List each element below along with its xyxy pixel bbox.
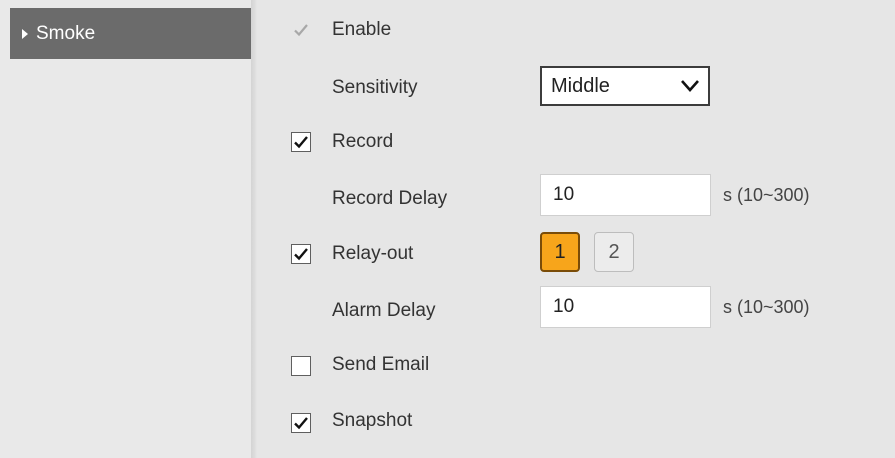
caret-right-icon bbox=[22, 28, 28, 39]
alarm-delay-input[interactable]: 10 bbox=[540, 286, 711, 328]
snapshot-row: Snapshot bbox=[257, 400, 895, 440]
checkmark-icon bbox=[294, 24, 308, 37]
alarm-delay-value: 10 bbox=[553, 296, 575, 317]
relay-out-checkbox[interactable] bbox=[291, 244, 311, 264]
record-delay-value: 10 bbox=[553, 184, 575, 205]
relay-1-label: 1 bbox=[554, 240, 566, 263]
enable-row: Enable bbox=[257, 10, 895, 50]
alarm-delay-label: Alarm Delay bbox=[332, 300, 436, 321]
relay-1-button[interactable]: 1 bbox=[540, 232, 580, 272]
snapshot-checkbox[interactable] bbox=[291, 413, 311, 433]
sensitivity-select[interactable]: Middle bbox=[540, 66, 710, 106]
record-checkbox[interactable] bbox=[291, 132, 311, 152]
relay-out-label: Relay-out bbox=[332, 243, 414, 264]
alarm-delay-unit: s (10~300) bbox=[723, 297, 810, 317]
send-email-checkbox[interactable] bbox=[291, 356, 311, 376]
relay-2-label: 2 bbox=[608, 240, 620, 263]
chevron-down-icon bbox=[681, 80, 699, 92]
sidebar-item-smoke[interactable]: Smoke bbox=[10, 8, 251, 59]
sidebar-item-label: Smoke bbox=[36, 22, 96, 44]
send-email-label: Send Email bbox=[332, 354, 430, 375]
record-delay-row: Record Delay 10 s (10~300) bbox=[257, 174, 895, 216]
send-email-row: Send Email bbox=[257, 344, 895, 384]
record-delay-input[interactable]: 10 bbox=[540, 174, 711, 216]
snapshot-label: Snapshot bbox=[332, 410, 413, 431]
record-label: Record bbox=[332, 131, 394, 152]
record-row: Record bbox=[257, 122, 895, 162]
alarm-delay-row: Alarm Delay 10 s (10~300) bbox=[257, 286, 895, 328]
relay-out-row: Relay-out 1 2 bbox=[257, 232, 895, 272]
record-delay-unit: s (10~300) bbox=[723, 185, 810, 205]
sensitivity-value: Middle bbox=[551, 74, 610, 97]
checkmark-icon bbox=[294, 248, 308, 261]
record-delay-label: Record Delay bbox=[332, 188, 448, 209]
checkmark-icon bbox=[294, 417, 308, 430]
enable-label: Enable bbox=[332, 19, 392, 40]
relay-2-button[interactable]: 2 bbox=[594, 232, 634, 272]
enable-checkbox[interactable] bbox=[291, 20, 311, 40]
settings-form: Enable Sensitivity Middle Record Record … bbox=[257, 0, 895, 458]
checkmark-icon bbox=[294, 136, 308, 149]
sidebar: Smoke bbox=[0, 0, 251, 458]
sensitivity-label: Sensitivity bbox=[332, 77, 418, 98]
sensitivity-row: Sensitivity Middle bbox=[257, 66, 895, 106]
